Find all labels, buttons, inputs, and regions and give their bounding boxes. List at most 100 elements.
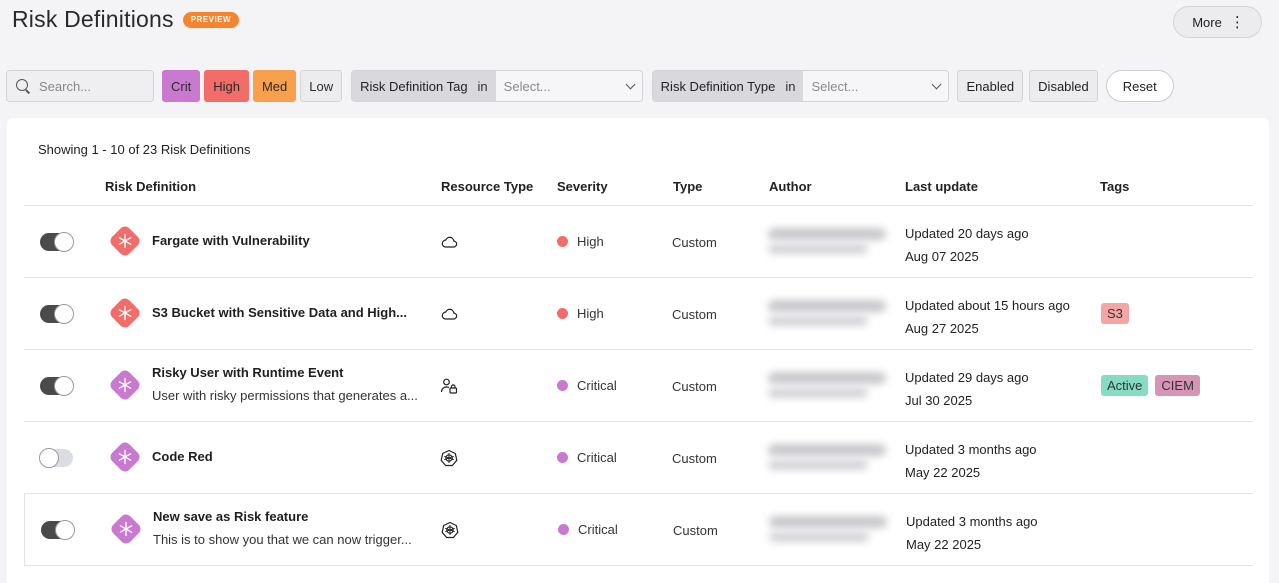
severity-dot [557, 452, 568, 463]
severity-dot [557, 380, 568, 391]
user-lock-icon [440, 377, 458, 395]
enable-toggle[interactable] [40, 376, 74, 396]
severity-cell: Critical [558, 522, 618, 537]
last-update-cell: Updated 3 months ago May 22 2025 [905, 438, 1037, 484]
column-header-last-update[interactable]: Last update [905, 179, 978, 194]
risk-definition-cell: Code Red [152, 449, 213, 464]
severity-label: Critical [578, 522, 618, 537]
page-title: Risk Definitions [12, 6, 174, 32]
toggle-knob [54, 376, 74, 396]
risk-definitions-table: Risk Definition Resource Type Severity T… [24, 170, 1253, 566]
author-redacted [768, 298, 886, 330]
table-row[interactable]: S3 Bucket with Sensitive Data and High..… [24, 278, 1253, 350]
enable-toggle[interactable] [41, 520, 75, 540]
risk-definition-name[interactable]: Risky User with Runtime Event [152, 365, 418, 380]
column-header-resource-type[interactable]: Resource Type [441, 179, 533, 194]
tag-badge: CIEM [1155, 375, 1200, 396]
column-header-risk-definition[interactable]: Risk Definition [105, 179, 196, 194]
page-header: Risk Definitions PREVIEW [12, 6, 240, 33]
type-filter: Risk Definition Type in Select... [651, 70, 950, 102]
tag-filter-name: Risk Definition Tag [360, 78, 468, 94]
table-row[interactable]: New save as Risk feature This is to show… [24, 494, 1253, 566]
disabled-filter[interactable]: Disabled [1029, 70, 1098, 102]
risk-definition-name[interactable]: Code Red [152, 449, 213, 464]
tag-filter-placeholder: Select... [503, 78, 551, 94]
chevron-down-icon [625, 79, 636, 89]
risk-definition-cell: Risky User with Runtime Event User with … [152, 365, 418, 403]
tag-filter-operator: in [477, 78, 488, 94]
enable-toggle[interactable] [39, 448, 73, 468]
risk-definition-cell: New save as Risk feature This is to show… [153, 509, 412, 547]
table-header: Risk Definition Resource Type Severity T… [24, 170, 1253, 206]
risk-definition-name[interactable]: Fargate with Vulnerability [152, 233, 310, 248]
risk-definition-description: User with risky permissions that generat… [152, 388, 418, 403]
risk-definition-cell: Fargate with Vulnerability [152, 233, 310, 248]
author-redacted [768, 370, 886, 402]
severity-filter-high[interactable]: High [204, 70, 249, 102]
severity-filter-low[interactable]: Low [300, 70, 343, 102]
severity-label: High [577, 306, 604, 321]
type-label: Custom [672, 235, 717, 250]
severity-dot [557, 236, 568, 247]
severity-label: Critical [577, 450, 617, 465]
updated-date: May 22 2025 [906, 537, 982, 552]
tag-filter-select[interactable]: Select... [495, 71, 642, 101]
reset-button[interactable]: Reset [1105, 70, 1174, 102]
severity-label: Critical [577, 378, 617, 393]
filter-bar: Crit High Med Low Risk Definition Tag in… [6, 70, 1174, 102]
updated-relative: Updated about 15 hours ago [905, 298, 1070, 313]
risk-definition-icon [110, 442, 140, 472]
search-icon [15, 78, 31, 94]
kubernetes-icon [441, 521, 459, 539]
search-box[interactable] [6, 70, 154, 102]
author-redacted [769, 514, 887, 546]
severity-filter-med[interactable]: Med [252, 70, 297, 102]
type-filter-select[interactable]: Select... [803, 71, 949, 101]
tag-badge: Active [1101, 375, 1149, 396]
toggle-knob [55, 520, 75, 540]
risk-definition-name[interactable]: S3 Bucket with Sensitive Data and High..… [152, 305, 407, 320]
toggle-knob [39, 448, 59, 468]
type-label: Custom [673, 523, 718, 538]
severity-cell: Critical [557, 378, 617, 393]
more-label: More [1192, 14, 1222, 30]
risk-definitions-card: Showing 1 - 10 of 23 Risk Definitions Ri… [7, 118, 1269, 583]
tags-cell: Active CIEM [1101, 375, 1200, 396]
search-input[interactable] [39, 78, 149, 94]
risk-definition-icon [110, 370, 140, 400]
column-header-author[interactable]: Author [769, 179, 812, 194]
table-row[interactable]: Fargate with Vulnerability High Custom U… [24, 206, 1253, 278]
updated-date: Aug 27 2025 [905, 321, 979, 336]
tag-filter-label: Risk Definition Tag in [352, 71, 496, 101]
severity-filter-crit[interactable]: Crit [162, 70, 201, 102]
type-filter-label: Risk Definition Type in [652, 71, 804, 101]
type-filter-placeholder: Select... [811, 78, 859, 94]
column-header-severity[interactable]: Severity [557, 179, 608, 194]
enable-toggle[interactable] [40, 304, 74, 324]
column-header-tags[interactable]: Tags [1100, 179, 1129, 194]
last-update-cell: Updated about 15 hours ago Aug 27 2025 [905, 294, 1070, 340]
preview-badge: PREVIEW [182, 11, 240, 28]
more-button[interactable]: More ⋮ [1173, 6, 1262, 38]
table-body: Fargate with Vulnerability High Custom U… [24, 206, 1253, 566]
updated-date: Jul 30 2025 [905, 393, 973, 408]
tag-badge: S3 [1101, 303, 1129, 324]
toggle-knob [54, 232, 74, 252]
risk-definition-name[interactable]: New save as Risk feature [153, 509, 412, 524]
column-header-type[interactable]: Type [673, 179, 702, 194]
severity-cell: High [557, 306, 604, 321]
kubernetes-icon [440, 449, 458, 467]
type-label: Custom [672, 379, 717, 394]
toggle-knob [54, 304, 74, 324]
risk-definition-cell: S3 Bucket with Sensitive Data and High..… [152, 305, 407, 320]
table-row[interactable]: Code Red Critical Custom Updated 3 month… [24, 422, 1253, 494]
updated-date: Aug 07 2025 [905, 249, 979, 264]
risk-definition-icon [110, 226, 140, 256]
chevron-down-icon [932, 79, 942, 89]
type-label: Custom [672, 307, 717, 322]
enable-toggle[interactable] [40, 232, 74, 252]
table-row[interactable]: Risky User with Runtime Event User with … [24, 350, 1253, 422]
tags-cell: S3 [1101, 303, 1129, 324]
enabled-filter[interactable]: Enabled [957, 70, 1024, 102]
last-update-cell: Updated 3 months ago May 22 2025 [906, 510, 1038, 556]
